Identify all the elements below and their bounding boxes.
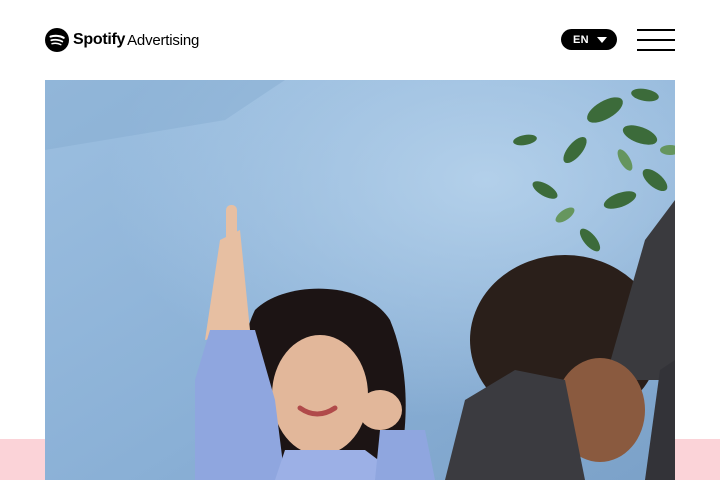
left-person-face bbox=[272, 335, 368, 455]
spotify-logo-icon bbox=[45, 28, 69, 52]
hamburger-line bbox=[637, 49, 675, 51]
hero-illustration bbox=[45, 80, 675, 480]
spotify-advertising-logo[interactable]: Spotify Advertising bbox=[45, 28, 199, 52]
site-header: Spotify Advertising EN bbox=[0, 0, 720, 80]
language-label: EN bbox=[573, 33, 589, 46]
language-selector[interactable]: EN bbox=[561, 29, 617, 50]
hamburger-line bbox=[637, 29, 675, 31]
menu-button[interactable] bbox=[637, 27, 675, 53]
caret-down-icon bbox=[597, 37, 607, 43]
hero-image bbox=[45, 80, 675, 480]
logo-wordmark: Spotify bbox=[73, 31, 126, 48]
hamburger-line bbox=[637, 39, 675, 41]
logo-suffix: Advertising bbox=[127, 31, 200, 49]
